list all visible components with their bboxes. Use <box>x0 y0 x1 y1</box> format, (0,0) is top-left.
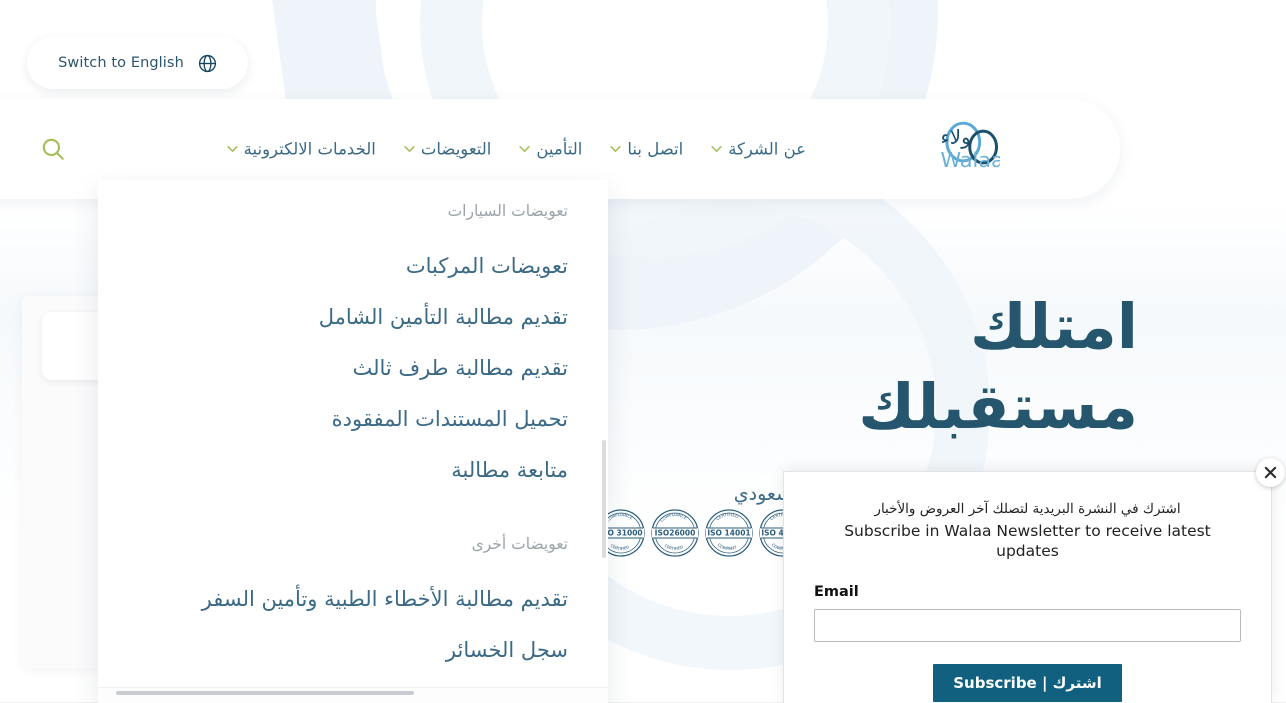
globe-icon <box>198 54 216 72</box>
svg-text:Walaa: Walaa <box>940 148 1000 172</box>
switch-language-label: Switch to English <box>58 55 184 71</box>
chevron-down-icon <box>519 146 531 153</box>
nav-item-label: عن الشركة <box>728 139 806 159</box>
svg-text:CERTIFIED: CERTIFIED <box>715 512 740 522</box>
hero-heading: امتلك مستقبلك <box>858 290 1139 443</box>
iso-badge-row: ISO 31000 COMPLIANCE CERTIFIED ISO26000 … <box>596 508 808 558</box>
newsletter-subscribe-button[interactable]: اشترك | Subscribe <box>933 663 1122 702</box>
newsletter-close-button[interactable] <box>1256 458 1285 487</box>
search-icon[interactable] <box>40 136 66 162</box>
iso-badge-14001: ISO 14001 CERTIFIED COMPANY <box>705 509 753 557</box>
dropdown-group-spacer <box>114 495 568 535</box>
chevron-down-icon <box>610 146 622 153</box>
walaa-logo[interactable]: ولاء Walaa <box>866 121 1000 177</box>
iso-badge-26000: ISO26000 COMPLIANCE CERTIFIED <box>651 509 699 557</box>
dropdown-group-title-other-claims: تعويضات أخرى <box>471 535 568 553</box>
nav-item-label: اتصل بنا <box>627 139 684 159</box>
chevron-down-icon <box>711 146 722 153</box>
nav-item-contact-us[interactable]: اتصل بنا <box>596 134 697 165</box>
dropdown-link-loss-record[interactable]: سجل الخسائر <box>114 624 568 675</box>
dropdown-vertical-scrollbar[interactable] <box>602 440 606 558</box>
dropdown-group-title-car-claims: تعويضات السيارات <box>447 202 568 220</box>
newsletter-email-label: Email <box>814 583 859 600</box>
dropdown-bottom-edge <box>98 687 608 703</box>
svg-text:ولاء: ولاء <box>940 126 970 149</box>
dropdown-link-comprehensive-claim[interactable]: تقديم مطالبة التأمين الشامل <box>114 291 568 342</box>
dropdown-scroll-area: تعويضات السيارات تعويضات المركبات تقديم … <box>98 180 608 703</box>
close-icon <box>1264 466 1277 479</box>
dropdown-link-upload-missing-docs[interactable]: تحميل المستندات المفقودة <box>114 393 568 444</box>
chevron-down-icon <box>226 146 238 153</box>
dropdown-link-third-party-claim[interactable]: تقديم مطالبة طرف ثالث <box>114 342 568 393</box>
nav-item-label: الخدمات الالكترونية <box>243 139 376 159</box>
dropdown-link-vehicle-claims[interactable]: تعويضات المركبات <box>114 240 568 291</box>
svg-text:ISO 14001: ISO 14001 <box>707 529 750 538</box>
nav-item-insurance[interactable]: التأمين <box>505 134 596 165</box>
hero-line-1: امتلك <box>970 290 1139 363</box>
newsletter-body: اشترك في النشرة البريدية لتصلك آخر العرو… <box>784 472 1271 702</box>
nav-links: عن الشركة اتصل بنا التأمين التعويضات الخ… <box>213 134 820 165</box>
nav-item-label: التعويضات <box>420 139 492 159</box>
newsletter-popup: اشترك في النشرة البريدية لتصلك آخر العرو… <box>783 458 1285 703</box>
newsletter-english-text: Subscribe in Walaa Newsletter to receive… <box>844 522 1211 561</box>
svg-text:ISO26000: ISO26000 <box>655 529 696 538</box>
newsletter-email-input[interactable] <box>814 608 1241 642</box>
nav-item-claims[interactable]: التعويضات <box>390 134 506 165</box>
newsletter-submit-row: اشترك | Subscribe <box>814 663 1241 702</box>
nav-item-eservices[interactable]: الخدمات الالكترونية <box>213 134 390 165</box>
svg-text:CERTIFIED: CERTIFIED <box>664 543 684 551</box>
chevron-down-icon <box>404 146 415 153</box>
dropdown-horizontal-scrollbar[interactable] <box>116 691 414 695</box>
hero-line-2: مستقبلك <box>858 370 1139 443</box>
dropdown-link-medical-travel-claim[interactable]: تقديم مطالبة الأخطاء الطبية وتأمين السفر <box>114 573 568 624</box>
page-root: امتلك مستقبلك سعودي ISO 31000 COMPLIANCE… <box>0 0 1286 703</box>
switch-language-button[interactable]: Switch to English <box>27 37 248 89</box>
newsletter-arabic-text: اشترك في النشرة البريدية لتصلك آخر العرو… <box>874 501 1181 517</box>
svg-text:CERTIFIED: CERTIFIED <box>610 543 630 551</box>
nav-item-label: التأمين <box>536 139 583 159</box>
claims-mega-dropdown: تعويضات السيارات تعويضات المركبات تقديم … <box>98 180 608 703</box>
nav-item-about-company[interactable]: عن الشركة <box>697 134 820 165</box>
dropdown-link-track-claim[interactable]: متابعة مطالبة <box>114 444 568 495</box>
